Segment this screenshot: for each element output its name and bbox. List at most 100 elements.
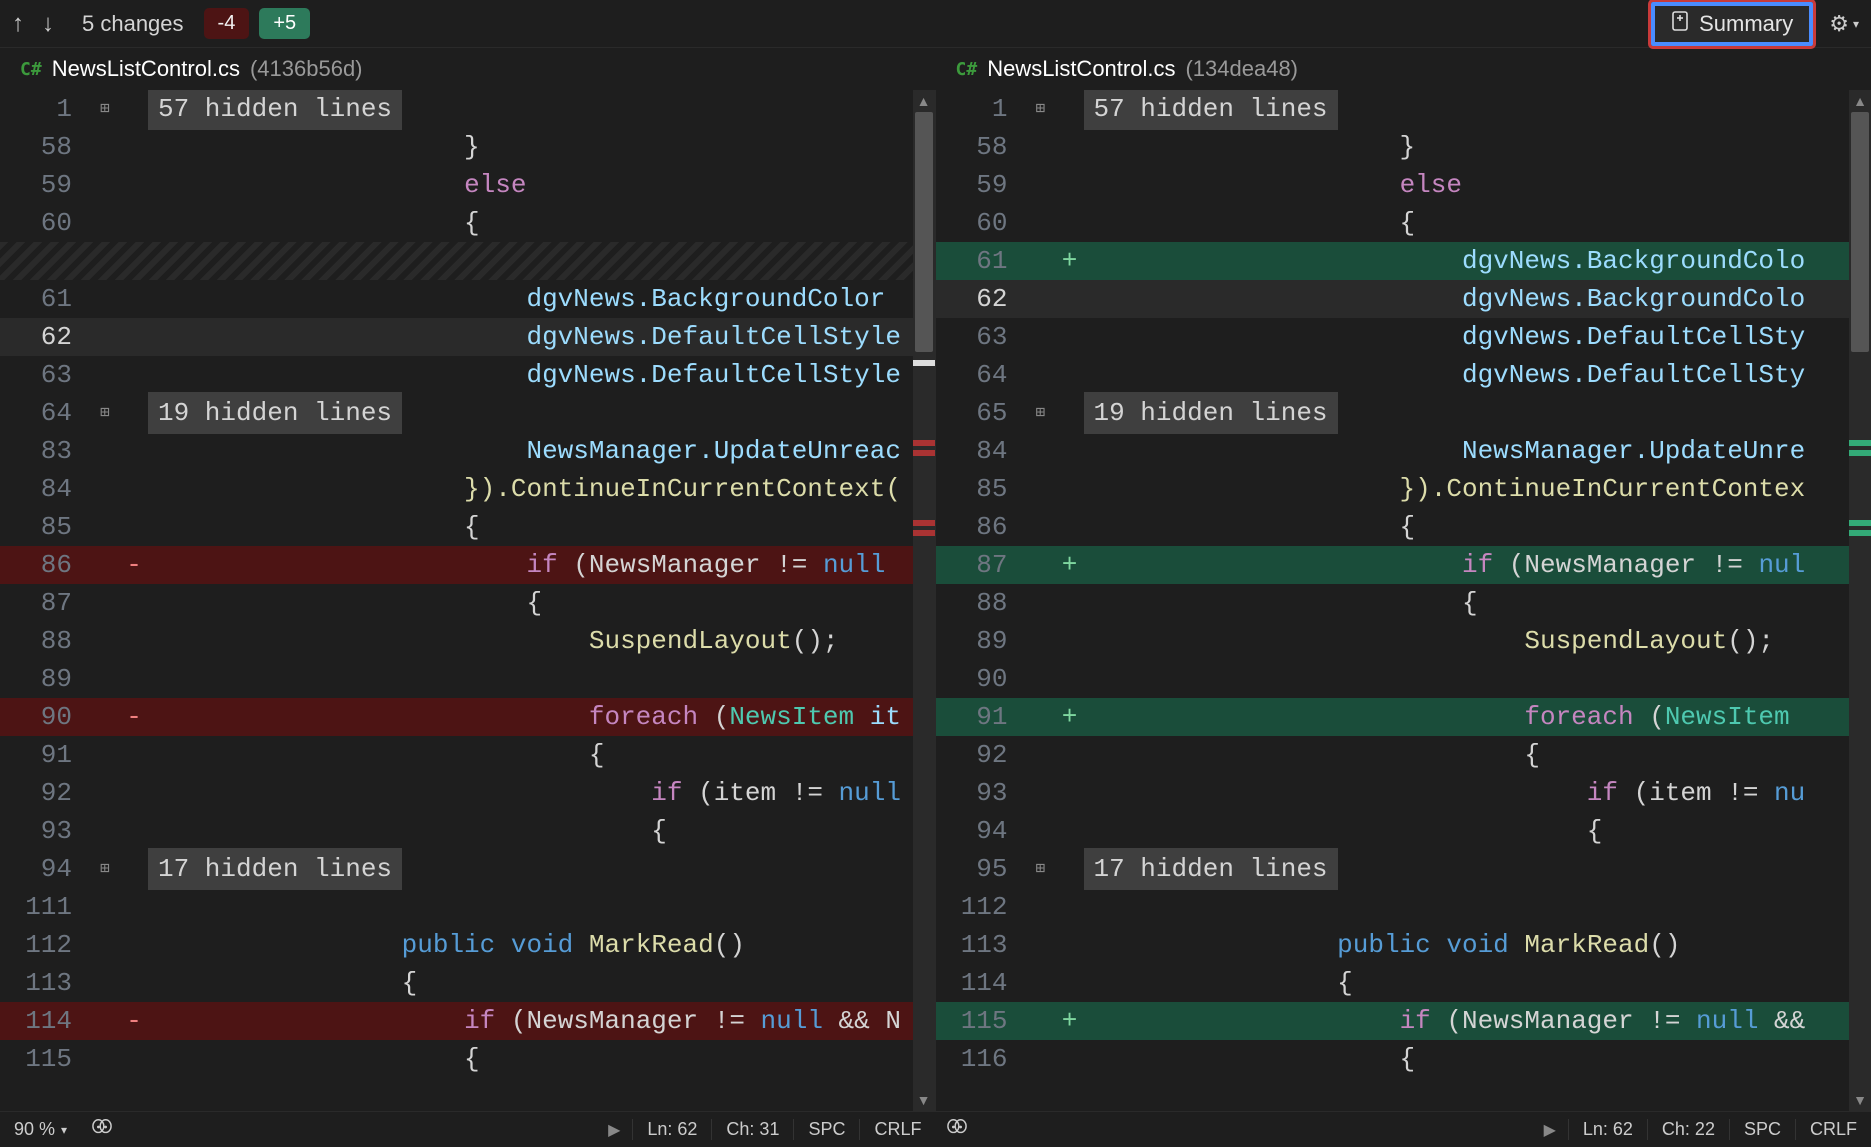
right-code-area[interactable]: 1⊞57 hidden lines58 }59 else60 {61+ dgvN… bbox=[936, 90, 1871, 1111]
code-line[interactable]: 64⊞ 19 hidden lines bbox=[0, 394, 935, 432]
code-line[interactable]: 85 { bbox=[0, 508, 935, 546]
line-number: 90 bbox=[0, 698, 90, 736]
line-indicator[interactable]: Ln: 62 bbox=[632, 1119, 711, 1140]
code-line[interactable]: 83 NewsManager.UpdateUnreac bbox=[0, 432, 935, 470]
code-text: dgvNews.DefaultCellSty bbox=[1084, 318, 1806, 356]
settings-gear-button[interactable]: ⚙ ▾ bbox=[1829, 11, 1859, 37]
fold-icon[interactable]: ⊞ bbox=[90, 394, 120, 432]
code-line[interactable]: 58 } bbox=[0, 128, 935, 166]
code-line[interactable] bbox=[0, 242, 935, 280]
code-line[interactable]: 94⊞17 hidden lines bbox=[0, 850, 935, 888]
code-line[interactable]: 93 { bbox=[0, 812, 935, 850]
indent-indicator[interactable]: SPC bbox=[1729, 1119, 1795, 1140]
scrollbar-thumb[interactable] bbox=[1851, 112, 1869, 352]
code-line[interactable]: 112 bbox=[936, 888, 1871, 926]
code-line[interactable]: 87+ if (NewsManager != nul bbox=[936, 546, 1871, 584]
code-line[interactable]: 91+ foreach (NewsItem bbox=[936, 698, 1871, 736]
code-line[interactable]: 114- if (NewsManager != null && N bbox=[0, 1002, 935, 1040]
lineending-indicator[interactable]: CRLF bbox=[1795, 1119, 1871, 1140]
code-line[interactable]: 90 bbox=[936, 660, 1871, 698]
line-indicator[interactable]: Ln: 62 bbox=[1568, 1119, 1647, 1140]
code-line[interactable]: 64 dgvNews.DefaultCellSty bbox=[936, 356, 1871, 394]
zoom-level[interactable]: 90 %▾ bbox=[0, 1119, 81, 1140]
fold-icon[interactable]: ⊞ bbox=[1026, 394, 1056, 432]
code-line[interactable]: 92 if (item != null bbox=[0, 774, 935, 812]
hscroll-right-icon[interactable]: ▶ bbox=[1532, 1120, 1568, 1140]
code-line[interactable]: 60 { bbox=[0, 204, 935, 242]
code-line[interactable]: 114 { bbox=[936, 964, 1871, 1002]
line-number: 92 bbox=[936, 736, 1026, 774]
scroll-mark bbox=[913, 360, 935, 366]
code-line[interactable]: 84 }).ContinueInCurrentContext( bbox=[0, 470, 935, 508]
summary-icon bbox=[1671, 10, 1691, 38]
code-line[interactable]: 87 { bbox=[0, 584, 935, 622]
code-line[interactable]: 62 dgvNews.DefaultCellStyle bbox=[0, 318, 935, 356]
hidden-lines-label[interactable]: 19 hidden lines bbox=[1084, 392, 1338, 434]
code-line[interactable]: 1⊞57 hidden lines bbox=[0, 90, 935, 128]
fold-icon[interactable]: ⊞ bbox=[90, 90, 120, 128]
fold-icon[interactable]: ⊞ bbox=[90, 850, 120, 888]
code-line[interactable]: 115+ if (NewsManager != null && bbox=[936, 1002, 1871, 1040]
code-line[interactable]: 59 else bbox=[936, 166, 1871, 204]
code-line[interactable]: 63 dgvNews.DefaultCellStyle bbox=[0, 356, 935, 394]
code-line[interactable]: 61+ dgvNews.BackgroundColo bbox=[936, 242, 1871, 280]
lineending-indicator[interactable]: CRLF bbox=[859, 1119, 935, 1140]
copilot-icon[interactable] bbox=[936, 1117, 978, 1142]
diff-panes: 1⊞57 hidden lines58 }59 else60 {61 dgvNe… bbox=[0, 90, 1871, 1111]
copilot-icon[interactable] bbox=[81, 1117, 123, 1142]
code-line[interactable]: 85 }).ContinueInCurrentContex bbox=[936, 470, 1871, 508]
code-line[interactable]: 111 bbox=[0, 888, 935, 926]
summary-button[interactable]: Summary bbox=[1651, 2, 1813, 46]
code-line[interactable]: 89 bbox=[0, 660, 935, 698]
right-scrollbar[interactable]: ▲ ▼ bbox=[1849, 90, 1871, 1111]
code-line[interactable]: 95⊞17 hidden lines bbox=[936, 850, 1871, 888]
fold-icon[interactable]: ⊞ bbox=[1026, 90, 1056, 128]
code-line[interactable]: 113 { bbox=[0, 964, 935, 1002]
left-scrollbar[interactable]: ▲ ▼ bbox=[913, 90, 935, 1111]
scrollbar-thumb[interactable] bbox=[915, 112, 933, 352]
scroll-down-icon[interactable]: ▼ bbox=[1849, 1089, 1871, 1111]
column-indicator[interactable]: Ch: 22 bbox=[1647, 1119, 1729, 1140]
hidden-lines-label[interactable]: 17 hidden lines bbox=[148, 848, 402, 890]
indent-indicator[interactable]: SPC bbox=[793, 1119, 859, 1140]
code-line[interactable]: 1⊞57 hidden lines bbox=[936, 90, 1871, 128]
code-line[interactable]: 58 } bbox=[936, 128, 1871, 166]
code-line[interactable]: 84 NewsManager.UpdateUnre bbox=[936, 432, 1871, 470]
left-code-area[interactable]: 1⊞57 hidden lines58 }59 else60 {61 dgvNe… bbox=[0, 90, 935, 1111]
code-line[interactable]: 94 { bbox=[936, 812, 1871, 850]
code-line[interactable]: 61 dgvNews.BackgroundColor bbox=[0, 280, 935, 318]
code-line[interactable]: 93 if (item != nu bbox=[936, 774, 1871, 812]
code-line[interactable]: 86- if (NewsManager != null bbox=[0, 546, 935, 584]
code-line[interactable]: 88 SuspendLayout(); bbox=[0, 622, 935, 660]
code-line[interactable]: 112 public void MarkRead() bbox=[0, 926, 935, 964]
code-line[interactable]: 59 else bbox=[0, 166, 935, 204]
hidden-lines-label[interactable]: 57 hidden lines bbox=[1084, 90, 1338, 130]
code-line[interactable]: 88 { bbox=[936, 584, 1871, 622]
next-change-arrow-icon[interactable]: ↓ bbox=[42, 10, 54, 38]
fold-icon[interactable]: ⊞ bbox=[1026, 850, 1056, 888]
code-line[interactable]: 65⊞19 hidden lines bbox=[936, 394, 1871, 432]
scroll-down-icon[interactable]: ▼ bbox=[913, 1089, 935, 1111]
code-line[interactable]: 89 SuspendLayout(); bbox=[936, 622, 1871, 660]
code-line[interactable]: 90- foreach (NewsItem it bbox=[0, 698, 935, 736]
code-line[interactable]: 113 public void MarkRead() bbox=[936, 926, 1871, 964]
hidden-lines-label[interactable]: 57 hidden lines bbox=[148, 90, 402, 130]
code-line[interactable]: 62 dgvNews.BackgroundColo bbox=[936, 280, 1871, 318]
scroll-up-icon[interactable]: ▲ bbox=[913, 90, 935, 112]
hidden-lines-label[interactable]: 19 hidden lines bbox=[148, 392, 402, 434]
code-line[interactable]: 91 { bbox=[0, 736, 935, 774]
code-line[interactable]: 86 { bbox=[936, 508, 1871, 546]
code-line[interactable]: 92 { bbox=[936, 736, 1871, 774]
line-number: 58 bbox=[936, 128, 1026, 166]
line-number: 64 bbox=[0, 394, 90, 432]
scroll-up-icon[interactable]: ▲ bbox=[1849, 90, 1871, 112]
code-line[interactable]: 60 { bbox=[936, 204, 1871, 242]
prev-change-arrow-icon[interactable]: ↑ bbox=[12, 10, 24, 38]
column-indicator[interactable]: Ch: 31 bbox=[711, 1119, 793, 1140]
code-line[interactable]: 116 { bbox=[936, 1040, 1871, 1078]
code-line[interactable]: 115 { bbox=[0, 1040, 935, 1078]
line-number: 113 bbox=[0, 964, 90, 1002]
code-line[interactable]: 63 dgvNews.DefaultCellSty bbox=[936, 318, 1871, 356]
hidden-lines-label[interactable]: 17 hidden lines bbox=[1084, 848, 1338, 890]
hscroll-right-icon[interactable]: ▶ bbox=[596, 1120, 632, 1140]
